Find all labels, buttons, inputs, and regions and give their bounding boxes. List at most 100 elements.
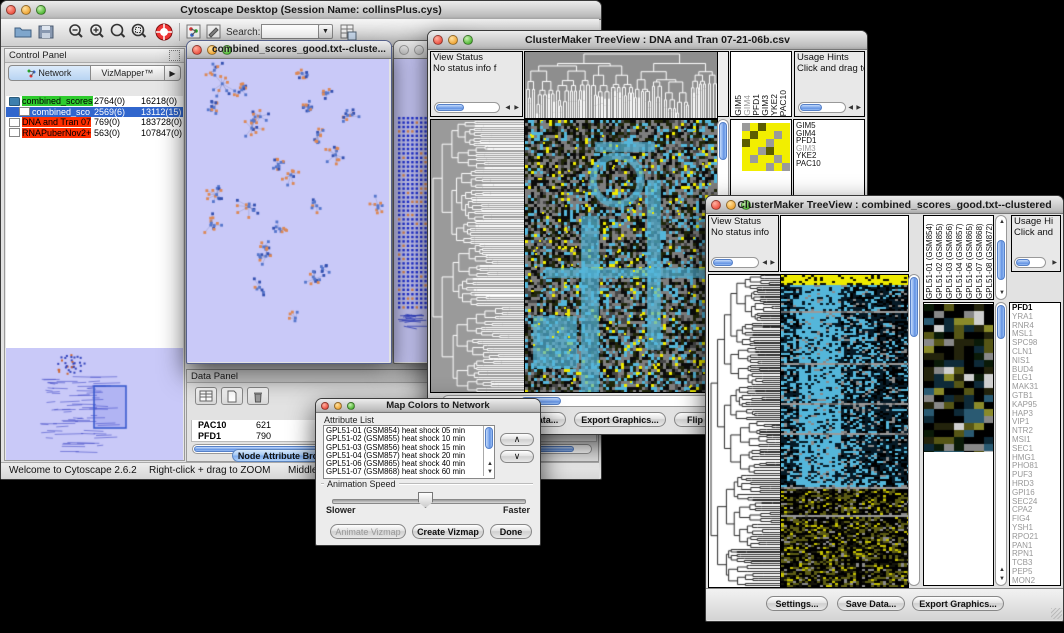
tv1-gene-item[interactable]: GIM4 [796, 130, 864, 138]
scroll-right-arrow[interactable]: ▶ [1052, 260, 1057, 266]
attribute-item[interactable]: GPL51-01 (GSM854) heat shock 05 min [324, 427, 482, 435]
tv1-gene-item[interactable]: GIM5 [796, 122, 864, 130]
tv2-save-data-button[interactable]: Save Data... [837, 596, 905, 611]
tv2-gene-item[interactable]: SEC1 [1012, 445, 1060, 454]
tab-network[interactable]: Network [8, 65, 91, 81]
attribute-item[interactable]: GPL51-02 (GSM855) heat shock 10 min [324, 435, 482, 443]
tv2-column-label[interactable]: GPL51-02 (GSM855) [935, 216, 945, 299]
main-titlebar[interactable]: Cytoscape Desktop (Session Name: collins… [1, 1, 601, 20]
tv2-gene-item[interactable]: VIP1 [1012, 418, 1060, 427]
close-button[interactable] [192, 45, 202, 55]
tv1-gene-item[interactable]: PAC10 [796, 160, 864, 168]
tv2-heatmap[interactable] [780, 274, 909, 588]
tv2-row-dendrogram[interactable] [708, 274, 781, 588]
tv2-usage-hscrollbar[interactable] [1014, 257, 1046, 268]
tv2-column-label[interactable]: GPL51-06 (GSM865) [965, 216, 975, 299]
import-table-icon[interactable] [339, 23, 357, 41]
tv1-export-graphics-button[interactable]: Export Graphics... [574, 412, 666, 427]
attribute-item[interactable]: GPL51-04 (GSM857) heat shock 20 min [324, 452, 482, 460]
tv2-export-graphics-button[interactable]: Export Graphics... [912, 596, 1004, 611]
tv1-row-dendrogram[interactable] [430, 119, 525, 393]
tv2-gene-item[interactable]: PEP5 [1012, 568, 1060, 577]
tv1-gene-item[interactable]: GIM3 [796, 145, 864, 153]
tv2-gene-item[interactable]: BUD4 [1012, 366, 1060, 375]
tv2-column-label[interactable]: GPL51-04 (GSM857) [955, 216, 965, 299]
tv2-gene-item[interactable]: MAK31 [1012, 383, 1060, 392]
close-button[interactable] [321, 402, 329, 410]
tv2-gene-item[interactable]: KAP95 [1012, 401, 1060, 410]
tv2-gene-item[interactable]: HRD3 [1012, 480, 1060, 489]
float-panel-icon[interactable] [169, 50, 180, 61]
tv2-column-label[interactable]: GPL51-03 (GSM856) [945, 216, 955, 299]
attribute-item[interactable]: GPL51-07 (GSM868) heat shock 60 min [324, 468, 482, 476]
close-button[interactable] [711, 200, 721, 210]
tv1-column-label[interactable]: GIM3 [760, 95, 769, 116]
scroll-left-arrow[interactable]: ◀ [762, 260, 767, 266]
close-button[interactable] [6, 5, 16, 15]
delete-attribute-button[interactable] [247, 387, 269, 405]
resize-grip[interactable] [1051, 608, 1062, 619]
tv2-gene-item[interactable]: PUF3 [1012, 471, 1060, 480]
attribute-list-vscrollbar[interactable]: ▲ ▼ [483, 426, 494, 476]
tv2-gene-item[interactable]: YRA1 [1012, 313, 1060, 322]
help-lifering-icon[interactable] [154, 22, 174, 42]
new-attribute-button[interactable] [221, 387, 243, 405]
tv1-zoom-matrix[interactable] [742, 123, 790, 171]
tv1-column-dendrogram[interactable] [524, 51, 718, 119]
move-up-button[interactable]: ∧ [500, 433, 534, 446]
attribute-select-button[interactable] [195, 387, 217, 405]
animation-slider-thumb[interactable] [418, 492, 433, 508]
attribute-item[interactable]: GPL51-03 (GSM856) heat shock 15 min [324, 444, 482, 452]
tv2-gene-item[interactable]: NTR2 [1012, 427, 1060, 436]
tv2-gene-item[interactable]: FIG4 [1012, 515, 1060, 524]
tv1-column-label[interactable]: PAC10 [778, 90, 787, 116]
tv2-gene-item[interactable]: HAP3 [1012, 410, 1060, 419]
birdseye-navigator[interactable] [6, 348, 183, 460]
scroll-down-arrow[interactable]: ▼ [999, 290, 1005, 296]
scroll-left-arrow[interactable]: ◀ [848, 105, 853, 111]
search-dropdown-button[interactable]: ▼ [318, 24, 333, 39]
tab-overflow-button[interactable]: ▶ [165, 65, 181, 81]
tv2-gene-item[interactable]: SPC98 [1012, 339, 1060, 348]
search-input[interactable] [261, 24, 319, 39]
tv2-status-hscrollbar[interactable] [711, 257, 759, 268]
tv1-column-label[interactable]: YKE2 [769, 94, 778, 116]
save-session-icon[interactable] [37, 23, 55, 41]
scroll-right-arrow[interactable]: ▶ [514, 105, 519, 111]
scroll-up-arrow[interactable]: ▲ [999, 219, 1005, 225]
zoom-in-icon[interactable] [88, 23, 106, 41]
close-button[interactable] [433, 35, 443, 45]
attribute-item[interactable]: GPL51-06 (GSM865) heat shock 40 min [324, 460, 482, 468]
tv2-gene-item[interactable]: ELG1 [1012, 374, 1060, 383]
tv2-column-label[interactable]: GPL51-08 (GSM872) [985, 216, 994, 299]
tv2-gene-item[interactable]: HMG1 [1012, 454, 1060, 463]
tv2-gene-item[interactable]: SEC24 [1012, 498, 1060, 507]
treeview1-titlebar[interactable]: ClusterMaker TreeView : DNA and Tran 07-… [428, 31, 867, 50]
done-button[interactable]: Done [490, 524, 532, 539]
animate-vizmap-button[interactable]: Animate Vizmap [330, 524, 406, 539]
scroll-down-arrow[interactable]: ▼ [999, 576, 1005, 582]
tv1-heatmap[interactable] [524, 119, 718, 393]
zoom-out-icon[interactable] [67, 23, 85, 41]
tv2-gene-item[interactable]: PHO81 [1012, 462, 1060, 471]
tv2-gene-item[interactable]: CPA2 [1012, 506, 1060, 515]
create-vizmap-button[interactable]: Create Vizmap [412, 524, 484, 539]
network-table-row[interactable]: DNA and Tran 07 769(0) 183728(0) [6, 117, 183, 128]
tv2-gene-item[interactable]: RPN1 [1012, 550, 1060, 559]
tv1-column-label[interactable]: GIM4 [742, 95, 751, 116]
annotation-icon[interactable] [205, 23, 223, 41]
tv2-genes-vscroll-thumb[interactable] [997, 305, 1005, 339]
tv1-gene-item[interactable]: PFD1 [796, 137, 864, 145]
tab-vizmapper[interactable]: VizMapper™ [91, 65, 165, 81]
tv2-heatmap-vscroll-thumb[interactable] [910, 277, 918, 337]
tv2-gene-item[interactable]: MON2 [1012, 577, 1060, 586]
zoom-selected-icon[interactable] [130, 23, 149, 41]
tv1-heatmap-vscroll-thumb[interactable] [719, 122, 727, 160]
scroll-left-arrow[interactable]: ◀ [505, 105, 510, 111]
network-overview-icon[interactable] [185, 23, 203, 41]
minimize-button[interactable] [414, 45, 424, 55]
tv2-gene-item[interactable]: MSI1 [1012, 436, 1060, 445]
tv2-genes-vscrollbar[interactable]: ▲ ▼ [995, 302, 1007, 586]
scroll-up-arrow[interactable]: ▲ [999, 567, 1005, 573]
map-dialog-titlebar[interactable]: Map Colors to Network [316, 399, 540, 413]
